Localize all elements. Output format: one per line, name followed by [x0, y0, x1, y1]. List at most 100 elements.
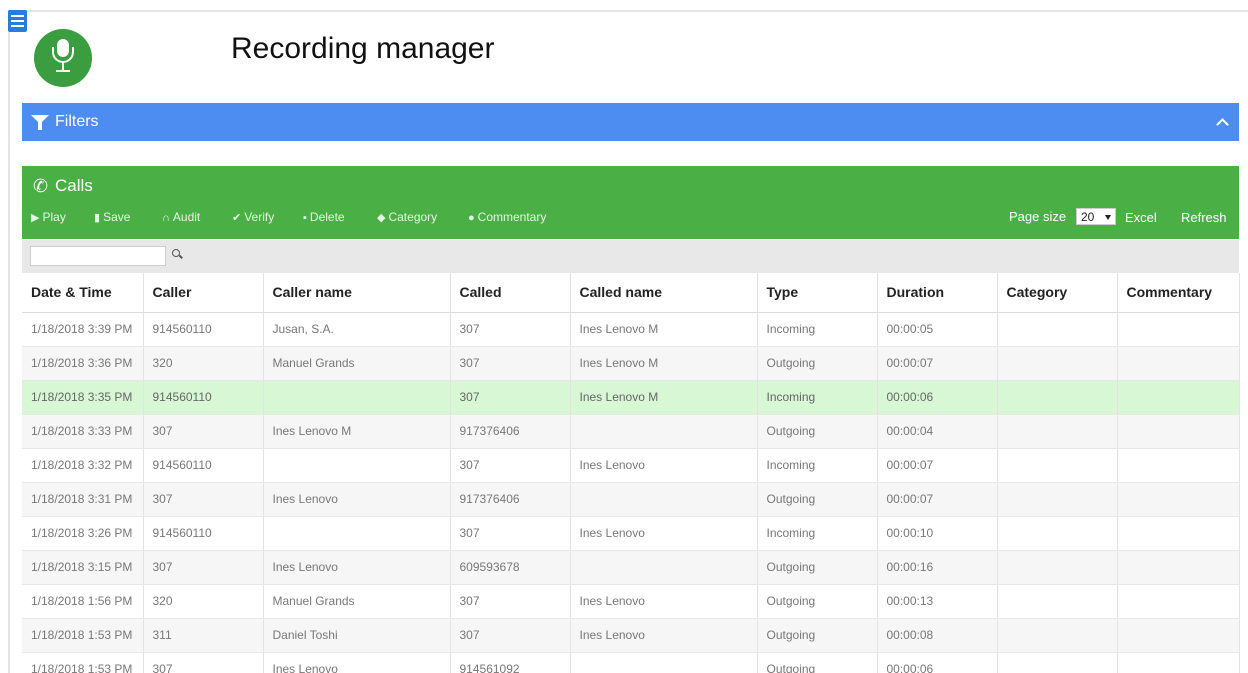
cell-category [997, 448, 1118, 483]
cell-type: Incoming [757, 380, 878, 415]
table-row[interactable]: 1/18/2018 3:15 PM 307 Ines Lenovo 609593678… [22, 550, 1240, 585]
cell-called: 307 [450, 516, 571, 551]
table-row[interactable]: 1/18/2018 3:36 PM 320 Manuel Grands 307 Ines… [22, 346, 1240, 381]
column-header-called[interactable]: Called [450, 273, 571, 313]
table-row[interactable]: 1/18/2018 3:31 PM 307 Ines Lenovo 917376406… [22, 482, 1240, 517]
cell-date-time: 1/18/2018 3:31 PM [22, 482, 144, 517]
cell-caller: 320 [143, 346, 264, 381]
hamburger-icon[interactable] [8, 10, 27, 32]
search-icon[interactable] [172, 249, 180, 257]
cell-type: Outgoing [757, 584, 878, 619]
table-row[interactable]: 1/18/2018 3:39 PM 914560110 Jusan, S.A. 307… [22, 312, 1240, 347]
cell-duration: 00:00:04 [877, 414, 998, 449]
phone-icon: ✆ [33, 176, 49, 196]
column-header-duration[interactable]: Duration [877, 273, 998, 313]
table-row[interactable]: 1/18/2018 1:53 PM 307 Ines Lenovo 914561092… [22, 652, 1240, 673]
cell-category [997, 516, 1118, 551]
cell-called-name [570, 550, 758, 585]
cell-called: 609593678 [450, 550, 571, 585]
table-row[interactable]: 1/18/2018 3:35 PM 914560110 307 Ines Lenovo… [22, 380, 1240, 415]
cell-called: 307 [450, 312, 571, 347]
chevron-up-icon[interactable] [1216, 118, 1229, 131]
delete-button[interactable]: ▪ Delete [303, 210, 345, 224]
column-header-date-time[interactable]: Date & Time [22, 273, 144, 313]
table-row[interactable]: 1/18/2018 3:32 PM 914560110 307 Ines Lenovo… [22, 448, 1240, 483]
cell-category [997, 380, 1118, 415]
file-icon: ▮ [94, 212, 101, 224]
cell-called-name: Ines Lenovo M [570, 312, 758, 347]
column-header-caller-name[interactable]: Caller name [263, 273, 451, 313]
cell-duration: 00:00:07 [877, 482, 998, 517]
save-label: Save [103, 210, 131, 224]
cell-called: 917376406 [450, 482, 571, 517]
cell-commentary [1117, 618, 1240, 653]
category-button[interactable]: ◆ Category [377, 210, 437, 224]
verify-button[interactable]: ✔ Verify [232, 210, 274, 224]
page-top-border [8, 10, 1248, 12]
page-size-select[interactable]: 20 [1076, 208, 1116, 225]
cell-caller-name: Ines Lenovo [263, 652, 451, 673]
cell-caller-name [263, 380, 451, 415]
page-left-border [8, 10, 10, 673]
cell-duration: 00:00:07 [877, 448, 998, 483]
column-header-type[interactable]: Type [757, 273, 878, 313]
cell-caller: 307 [143, 414, 264, 449]
filters-bar[interactable]: Filters [22, 103, 1239, 141]
table-header-row: Date & Time Caller Caller name Called Ca… [22, 273, 1240, 313]
table-row[interactable]: 1/18/2018 3:33 PM 307 Ines Lenovo M 9173764… [22, 414, 1240, 449]
calls-panel: ✆ Calls ▶ Play ▮ Save ∩ Audit ✔ Verify ▪ Dele… [22, 166, 1239, 239]
calls-title: Calls [55, 176, 93, 195]
column-header-called-name[interactable]: Called name [570, 273, 758, 313]
headphones-icon: ∩ [162, 212, 170, 224]
cell-type: Outgoing [757, 482, 878, 517]
search-input[interactable] [30, 246, 166, 266]
column-header-category[interactable]: Category [997, 273, 1118, 313]
cell-called-name [570, 652, 758, 673]
cell-caller: 914560110 [143, 312, 264, 347]
cell-type: Outgoing [757, 652, 878, 673]
delete-label: Delete [309, 210, 345, 224]
verify-label: Verify [244, 210, 275, 224]
cell-called-name [570, 482, 758, 517]
cell-date-time: 1/18/2018 1:53 PM [22, 652, 144, 673]
column-header-commentary[interactable]: Commentary [1117, 273, 1240, 313]
cell-caller-name: Manuel Grands [263, 584, 451, 619]
check-icon: ✔ [232, 212, 242, 224]
cell-commentary [1117, 346, 1240, 381]
cell-caller: 311 [143, 618, 264, 653]
table-row[interactable]: 1/18/2018 1:56 PM 320 Manuel Grands 307 Ines… [22, 584, 1240, 619]
column-header-caller[interactable]: Caller [143, 273, 264, 313]
commentary-label: Commentary [477, 210, 547, 224]
cell-called-name: Ines Lenovo M [570, 380, 758, 415]
cell-commentary [1117, 550, 1240, 585]
refresh-button[interactable]: Refresh [1181, 210, 1227, 225]
play-button[interactable]: ▶ Play [31, 210, 66, 224]
table-row[interactable]: 1/18/2018 1:53 PM 311 Daniel Toshi 307 Ines … [22, 618, 1240, 653]
save-button[interactable]: ▮ Save [94, 210, 130, 224]
cell-category [997, 550, 1118, 585]
play-label: Play [42, 210, 66, 224]
cell-date-time: 1/18/2018 1:56 PM [22, 584, 144, 619]
cell-caller-name: Ines Lenovo [263, 482, 451, 517]
page-size-label: Page size [1009, 209, 1067, 224]
cell-date-time: 1/18/2018 3:36 PM [22, 346, 144, 381]
cell-caller-name: Jusan, S.A. [263, 312, 451, 347]
cell-commentary [1117, 482, 1240, 517]
cell-called-name: Ines Lenovo M [570, 346, 758, 381]
cell-category [997, 414, 1118, 449]
cell-duration: 00:00:08 [877, 618, 998, 653]
cell-called: 914561092 [450, 652, 571, 673]
cell-caller-name: Ines Lenovo [263, 550, 451, 585]
cell-date-time: 1/18/2018 1:53 PM [22, 618, 144, 653]
cell-type: Incoming [757, 516, 878, 551]
microphone-icon [34, 29, 92, 87]
cell-caller: 307 [143, 550, 264, 585]
excel-button[interactable]: Excel [1125, 210, 1157, 225]
cell-caller: 307 [143, 652, 264, 673]
cell-caller-name [263, 448, 451, 483]
cell-duration: 00:00:05 [877, 312, 998, 347]
audit-button[interactable]: ∩ Audit [162, 210, 200, 224]
commentary-button[interactable]: ● Commentary [468, 210, 546, 224]
trash-icon: ▪ [303, 212, 307, 224]
table-row[interactable]: 1/18/2018 3:26 PM 914560110 307 Ines Lenovo… [22, 516, 1240, 551]
